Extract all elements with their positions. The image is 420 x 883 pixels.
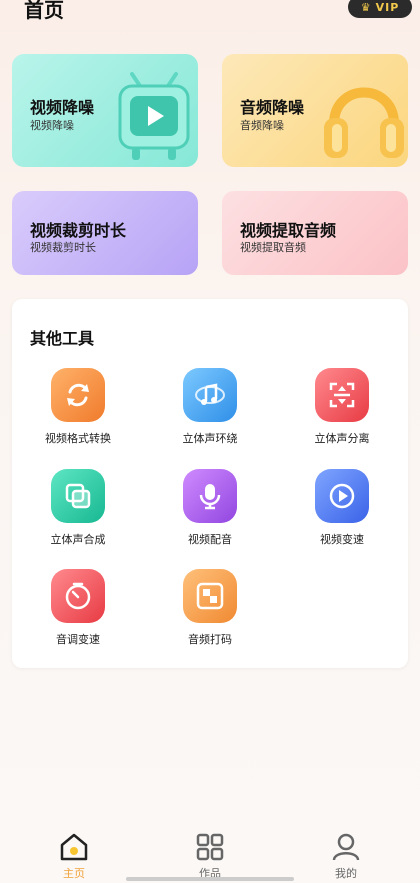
tool-label: 视频变速 — [320, 533, 364, 546]
audio-denoise-card[interactable]: 音频降噪 音频降噪 — [222, 54, 408, 167]
card-subtitle: 视频裁剪时长 — [30, 241, 96, 254]
tool-video-dubbing[interactable]: 视频配音 — [144, 469, 276, 559]
tool-label: 视频配音 — [188, 533, 232, 546]
grid-icon — [196, 833, 224, 861]
card-title: 音频降噪 — [240, 98, 305, 117]
tool-label: 音频打码 — [188, 633, 232, 646]
microphone-icon — [183, 469, 237, 523]
tool-video-speed[interactable]: 视频变速 — [276, 469, 408, 559]
tab-label: 我的 — [335, 867, 357, 880]
timer-icon — [51, 569, 105, 623]
section-title: 其他工具 — [30, 329, 95, 348]
tv-play-icon — [118, 72, 190, 160]
split-scan-icon — [315, 368, 369, 422]
vip-badge[interactable]: ♛ VIP — [348, 0, 412, 18]
convert-arrows-icon — [51, 368, 105, 422]
merge-squares-icon — [51, 469, 105, 523]
tool-label: 视频格式转换 — [45, 432, 111, 445]
video-denoise-card[interactable]: 视频降噪 视频降噪 — [12, 54, 198, 167]
card-title: 视频提取音频 — [240, 221, 337, 240]
bottom-tab-bar: 主页 作品 我的 — [0, 823, 420, 883]
tool-pitch-speed[interactable]: 音调变速 — [12, 569, 144, 659]
extract-audio-card[interactable]: 视频提取音频 视频提取音频 — [222, 191, 408, 275]
card-title: 视频裁剪时长 — [30, 221, 127, 240]
tab-works[interactable]: 作品 — [170, 831, 250, 881]
tool-audio-mask[interactable]: 音频打码 — [144, 569, 276, 659]
card-subtitle: 视频降噪 — [30, 119, 74, 132]
video-trim-card[interactable]: 视频裁剪时长 视频裁剪时长 — [12, 191, 198, 275]
home-indicator — [126, 877, 294, 881]
tool-video-format-convert[interactable]: 视频格式转换 — [12, 368, 144, 458]
tool-stereo-split[interactable]: 立体声分离 — [276, 368, 408, 458]
tool-label: 音调变速 — [56, 633, 100, 646]
home-icon — [60, 833, 88, 861]
tool-stereo-merge[interactable]: 立体声合成 — [12, 469, 144, 559]
tool-label: 立体声合成 — [50, 533, 106, 546]
tool-label: 立体声分离 — [314, 432, 370, 445]
tool-stereo-surround[interactable]: 立体声环绕 — [144, 368, 276, 458]
headphones-icon — [324, 87, 404, 158]
user-icon — [332, 833, 360, 861]
card-title: 视频降噪 — [30, 98, 95, 117]
tab-label: 主页 — [63, 867, 85, 880]
play-circle-icon — [315, 469, 369, 523]
page-title: 首页 — [24, 0, 64, 22]
other-tools-panel: 其他工具 视频格式转换 立体声环绕 立体声分离 立体声合成 视频配音 视频变速 … — [12, 299, 408, 668]
header: 首页 ♛ VIP — [0, 0, 420, 30]
tool-label: 立体声环绕 — [182, 432, 238, 445]
tab-mine[interactable]: 我的 — [306, 831, 386, 881]
tab-home[interactable]: 主页 — [34, 831, 114, 881]
mosaic-icon — [183, 569, 237, 623]
vip-label: VIP — [375, 0, 400, 14]
card-subtitle: 音频降噪 — [240, 119, 284, 132]
card-subtitle: 视频提取音频 — [240, 241, 306, 254]
music-note-icon — [183, 368, 237, 422]
crown-icon: ♛ — [360, 0, 372, 14]
